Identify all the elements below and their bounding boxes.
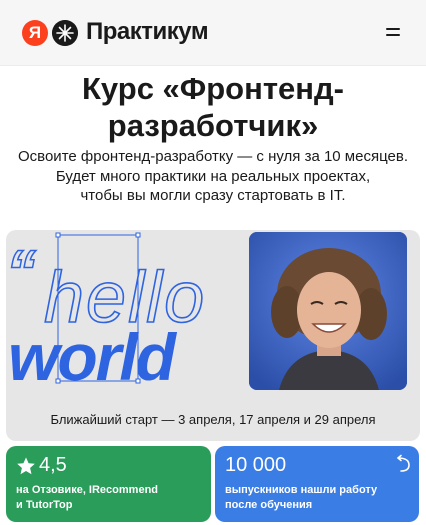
graduates-value: 10 000 [225, 454, 287, 476]
graduates-card[interactable]: 10 000 выпускников нашли работу после об… [215, 446, 419, 522]
description-line: чтобы вы могли сразу стартовать в IT. [80, 187, 346, 204]
caption-line: и TutorTop [16, 499, 73, 512]
yandex-logo[interactable]: Я [22, 20, 48, 46]
hero-banner: “ hello world Ближайший старт — 3 апреля… [6, 230, 420, 441]
star-icon [17, 457, 35, 475]
instructor-photo [249, 232, 407, 390]
title-line: разработчик» [107, 108, 319, 144]
menu-button[interactable] [382, 24, 406, 44]
description-line: Освоите фронтенд-разработку — с нуля за … [18, 148, 408, 165]
description-line: Будет много практики на реальных проекта… [55, 167, 371, 185]
title-line: Курс «Фронтенд- [82, 71, 344, 106]
praktikum-star-icon [52, 20, 78, 46]
caption-line: после обучения [225, 499, 313, 512]
graduates-caption: выпускников нашли работу после обучения [225, 483, 411, 514]
next-start-dates: Ближайший старт — 3 апреля, 17 апреля и … [50, 412, 376, 427]
artwork-world-text: world [8, 320, 178, 390]
brand-name[interactable]: Практикум [86, 18, 209, 46]
site-header: Я Практикум [0, 0, 426, 66]
caption-line: на Отзовике, IRecommend [16, 484, 159, 496]
course-description: Освоите фронтенд-разработку — с нуля за … [0, 147, 426, 206]
rating-caption: на Отзовике, IRecommend и TutorTop [16, 483, 202, 514]
hello-world-artwork: “ hello world [6, 232, 205, 390]
hamburger-icon-line [386, 28, 400, 30]
caption-line: выпускников нашли работу [225, 484, 378, 496]
curved-arrow-icon [397, 454, 410, 472]
hamburger-icon-line [386, 34, 400, 36]
rating-card[interactable]: 4,5 на Отзовике, IRecommend и TutorTop [6, 446, 211, 522]
page-title: Курс «Фронтенд- разработчик» [0, 70, 426, 144]
rating-value: 4,5 [39, 454, 67, 476]
svg-text:“: “ [6, 238, 36, 305]
